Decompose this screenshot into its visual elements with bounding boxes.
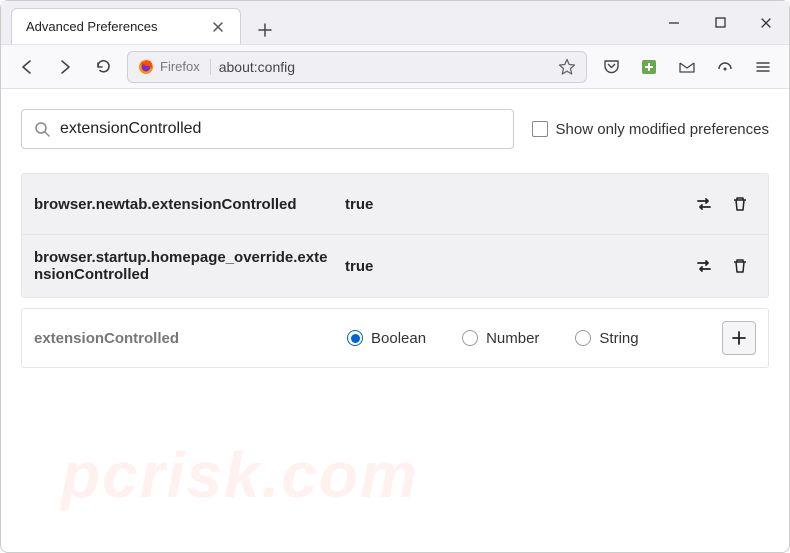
minimize-button[interactable] <box>651 1 697 45</box>
type-radios: Boolean Number String <box>347 330 639 347</box>
new-pref-row: extensionControlled Boolean Number Strin… <box>21 308 769 368</box>
radio-boolean[interactable]: Boolean <box>347 330 426 347</box>
url-bar[interactable]: Firefox about:config <box>127 51 587 83</box>
pref-list: browser.newtab.extensionControlled true … <box>21 173 769 298</box>
extension-icon[interactable] <box>635 53 663 81</box>
menu-button[interactable] <box>749 53 777 81</box>
search-icon <box>34 121 50 137</box>
watermark: pcrisk.com <box>61 438 419 512</box>
radio-number[interactable]: Number <box>462 330 539 347</box>
delete-button[interactable] <box>724 188 756 220</box>
toggle-button[interactable] <box>688 188 720 220</box>
checkbox-icon <box>532 121 548 137</box>
delete-button[interactable] <box>724 250 756 282</box>
pocket-icon[interactable] <box>597 53 625 81</box>
search-row: Show only modified preferences <box>21 109 769 149</box>
close-icon[interactable] <box>210 19 226 35</box>
new-pref-name: extensionControlled <box>34 330 329 347</box>
add-button[interactable] <box>722 321 756 355</box>
pref-actions <box>688 188 756 220</box>
tab-strip: Advanced Preferences <box>1 1 651 44</box>
radio-string[interactable]: String <box>575 330 638 347</box>
radio-icon <box>575 330 591 346</box>
pref-row[interactable]: browser.startup.homepage_override.extens… <box>22 234 768 297</box>
reload-button[interactable] <box>89 53 117 81</box>
pref-actions <box>688 250 756 282</box>
bookmark-star-icon[interactable] <box>558 58 576 76</box>
pref-value: true <box>345 196 672 213</box>
nav-toolbar: Firefox about:config <box>1 45 789 89</box>
show-modified-checkbox[interactable]: Show only modified preferences <box>532 121 769 138</box>
browser-tab[interactable]: Advanced Preferences <box>11 8 241 44</box>
identity-label: Firefox <box>160 59 200 74</box>
forward-button[interactable] <box>51 53 79 81</box>
url-text: about:config <box>219 59 550 75</box>
firefox-icon <box>138 59 154 75</box>
pref-name: browser.newtab.extensionControlled <box>34 196 329 213</box>
identity-box[interactable]: Firefox <box>138 59 211 75</box>
checkbox-label: Show only modified preferences <box>556 121 769 138</box>
vpn-icon[interactable] <box>711 53 739 81</box>
pref-row[interactable]: browser.newtab.extensionControlled true <box>22 174 768 234</box>
close-window-button[interactable] <box>743 1 789 45</box>
search-input[interactable] <box>60 120 501 138</box>
tab-title: Advanced Preferences <box>26 19 158 34</box>
window-controls <box>651 1 789 44</box>
new-tab-button[interactable] <box>251 16 279 44</box>
back-button[interactable] <box>13 53 41 81</box>
pref-value: true <box>345 258 672 275</box>
radio-icon <box>462 330 478 346</box>
radio-label: Number <box>486 330 539 347</box>
radio-label: Boolean <box>371 330 426 347</box>
toggle-button[interactable] <box>688 250 720 282</box>
titlebar: Advanced Preferences <box>1 1 789 45</box>
radio-icon <box>347 330 363 346</box>
maximize-button[interactable] <box>697 1 743 45</box>
mail-icon[interactable] <box>673 53 701 81</box>
search-box[interactable] <box>21 109 514 149</box>
about-config-content: Show only modified preferences browser.n… <box>1 89 789 368</box>
pref-name: browser.startup.homepage_override.extens… <box>34 249 329 283</box>
radio-label: String <box>599 330 638 347</box>
